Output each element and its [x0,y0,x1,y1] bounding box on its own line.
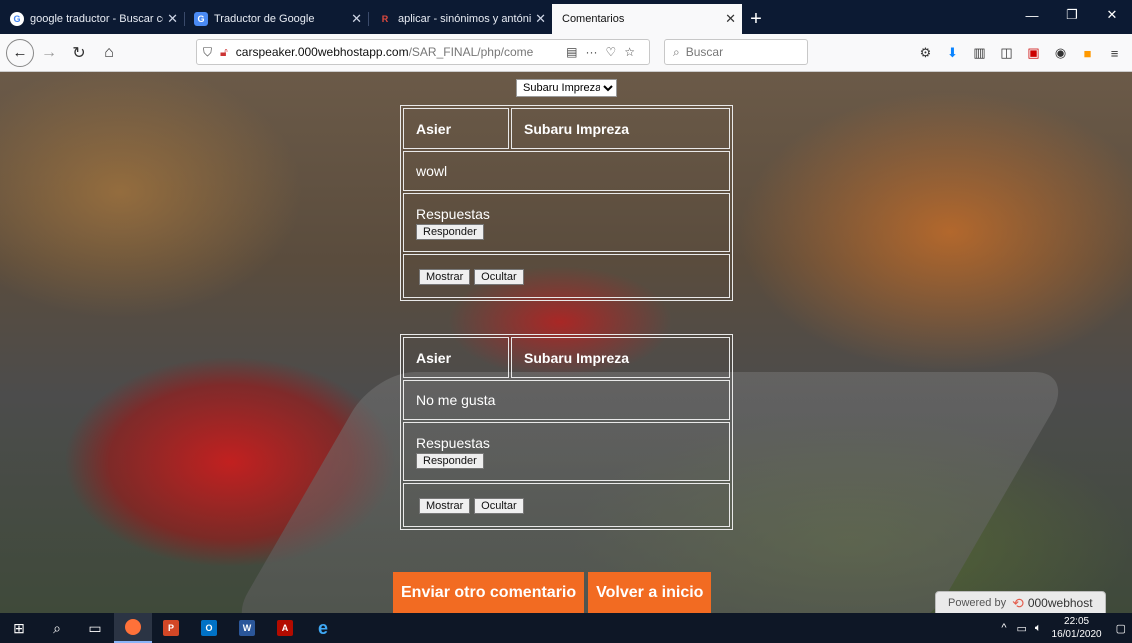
window-controls: — ❐ ✕ [1012,0,1132,30]
internet-explorer-icon[interactable]: e [304,613,342,643]
comment-text: wowl [403,151,730,191]
tab-strip: G google traductor - Buscar con ✕ G Trad… [0,0,1132,34]
search-input[interactable]: ⌕ Buscar [664,39,808,65]
responses-cell: Respuestas Responder [403,193,730,252]
addon-icon[interactable]: ■ [1074,46,1101,61]
wordreference-icon: R [381,14,389,24]
comment-text: No me gusta [403,380,730,420]
forward-button[interactable]: → [34,38,64,68]
task-view-icon[interactable]: ▭ [76,613,114,643]
clock[interactable]: 22:05 16/01/2020 [1052,615,1102,641]
powered-brand: 000webhost [1027,596,1093,610]
tab-title: google traductor - Buscar con [30,13,164,25]
download-icon[interactable]: ⬇ [939,45,966,61]
maximize-button[interactable]: ❐ [1052,0,1092,30]
hide-button[interactable]: Ocultar [474,269,524,285]
volume-icon[interactable]: 🔈︎ [1035,622,1042,635]
powered-by-label: Powered by [948,597,1007,609]
car-select[interactable]: Subaru Impreza [516,79,617,97]
firefox-icon[interactable] [114,613,152,643]
reply-button[interactable]: Responder [416,223,484,240]
clock-time: 22:05 [1064,616,1090,627]
account-icon[interactable]: ◉ [1047,45,1074,61]
tab-google-search[interactable]: G google traductor - Buscar con ✕ [0,4,184,34]
show-button[interactable]: Mostrar [419,269,471,285]
close-tab-icon[interactable]: ✕ [167,11,178,27]
shield-icon[interactable]: ⛉ [203,45,212,60]
show-button[interactable]: Mostrar [419,498,471,514]
new-tab-button[interactable]: + [742,4,770,34]
reply-button[interactable]: Responder [416,452,484,469]
webhost-logo-icon: ⟲ [1012,594,1024,611]
tab-title: aplicar - sinónimos y antónimo [398,13,532,25]
bookmark-star-icon[interactable]: ☆ [624,45,635,59]
pdf-icon[interactable]: ▣ [1020,45,1047,61]
sidebar-icon[interactable]: ◫ [993,45,1020,61]
search-icon: ⌕ [673,44,680,59]
comment-user: Asier [403,108,509,149]
actions-cell: Mostrar Ocultar [403,254,730,298]
extension-icon[interactable]: ⚙ [912,45,939,61]
clock-date: 16/01/2020 [1051,629,1102,640]
address-bar[interactable]: ⛉ 🔓︎ carspeaker.000webhostapp.com/SAR_FI… [196,39,650,65]
page-actions-icon[interactable]: ··· [585,45,597,59]
comment-card: Asier Subaru Impreza wowl Respuestas Res… [400,105,733,301]
outlook-icon[interactable]: O [190,613,228,643]
word-icon[interactable]: W [228,613,266,643]
translate-icon: G [194,12,208,26]
windows-start-icon[interactable]: ⊞ [0,613,38,643]
library-icon[interactable]: ▥ [966,45,993,61]
search-icon[interactable]: ⌕ [38,613,76,643]
tab-comentarios[interactable]: Comentarios ✕ [552,4,742,34]
menu-icon[interactable]: ≡ [1101,46,1128,61]
send-another-comment-button[interactable]: Enviar otro comentario [393,572,585,613]
powerpoint-icon[interactable]: P [152,613,190,643]
search-placeholder: Buscar [685,45,724,59]
back-button[interactable]: ← [6,38,34,67]
navigation-bar: ← → ↻ ⌂ ⛉ 🔓︎ carspeaker.000webhostapp.co… [0,34,1132,72]
responses-label: Respuestas [416,434,490,451]
page-content: Subaru Impreza Asier Subaru Impreza wowl… [0,72,1132,613]
responses-label: Respuestas [416,205,490,222]
tab-sinonimos[interactable]: R aplicar - sinónimos y antónimo ✕ [368,4,552,34]
tray-chevron-icon[interactable]: ^ [1001,622,1006,634]
tab-google-translate[interactable]: G Traductor de Google ✕ [184,4,368,34]
comment-car: Subaru Impreza [511,337,730,378]
acrobat-icon[interactable]: A [266,613,304,643]
notifications-icon[interactable]: ▢ [1116,622,1126,635]
minimize-button[interactable]: — [1012,0,1052,30]
reader-view-icon[interactable]: ▤ [566,45,577,59]
hide-button[interactable]: Ocultar [474,498,524,514]
bottom-actions: Enviar otro comentario Volver a inicio [393,572,712,613]
back-home-button[interactable]: Volver a inicio [588,572,712,613]
url-path: /SAR_FINAL/php/come [408,45,534,59]
google-icon: G [10,12,24,26]
actions-cell: Mostrar Ocultar [403,483,730,527]
close-tab-icon[interactable]: ✕ [351,11,362,27]
insecure-lock-icon[interactable]: 🔓︎ [220,45,228,60]
taskbar: ⊞ ⌕ ▭ P O W A e ^ ▭ 🔈︎ 22:05 16/01/2020 … [0,613,1132,643]
comment-car: Subaru Impreza [511,108,730,149]
responses-cell: Respuestas Responder [403,422,730,481]
tab-title: Traductor de Google [214,13,315,25]
close-window-button[interactable]: ✕ [1092,0,1132,30]
comment-user: Asier [403,337,509,378]
home-icon[interactable]: ⌂ [94,38,124,68]
system-tray: ^ ▭ 🔈︎ 22:05 16/01/2020 ▢ [1001,613,1126,643]
comment-card: Asier Subaru Impreza No me gusta Respues… [400,334,733,530]
close-tab-icon[interactable]: ✕ [535,11,546,27]
close-tab-icon[interactable]: ✕ [725,11,736,27]
battery-icon[interactable]: ▭ [1017,622,1027,635]
toolbar-icons: ⚙ ⬇ ▥ ◫ ▣ ◉ ■ ≡ [912,38,1128,68]
pocket-icon[interactable]: ♡ [605,45,616,59]
url-host: carspeaker.000webhostapp.com [235,45,409,59]
tab-title: Comentarios [562,13,625,25]
reload-icon[interactable]: ↻ [64,38,94,68]
powered-by-badge[interactable]: Powered by ⟲ 000webhost [935,591,1106,613]
